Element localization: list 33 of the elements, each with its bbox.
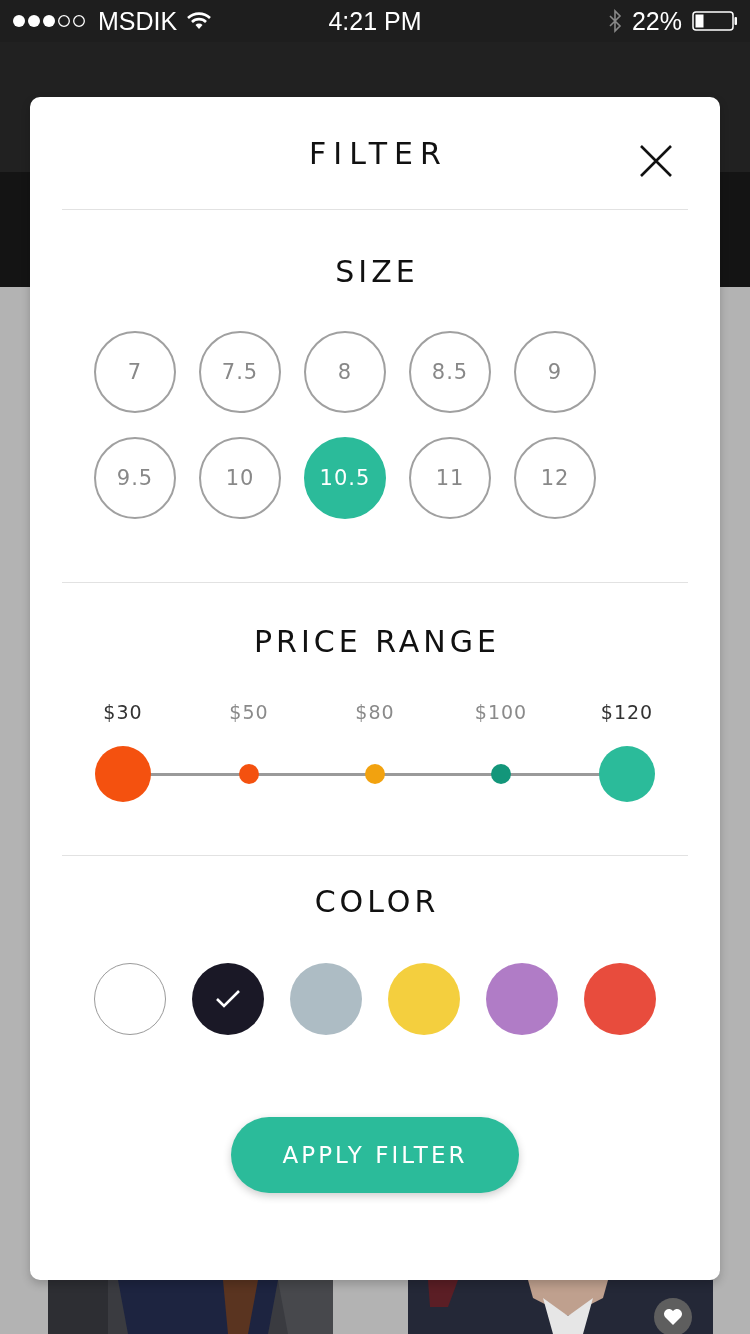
price-label: $120 (599, 701, 655, 723)
price-label: $30 (102, 701, 144, 723)
check-icon (215, 989, 241, 1009)
section-heading: COLOR (313, 884, 440, 919)
clock-time: 4:21 PM (328, 6, 422, 36)
size-option[interactable]: 10.5 (304, 437, 386, 519)
close-icon (640, 145, 672, 177)
price-label: $100 (473, 701, 529, 723)
size-option[interactable]: 7.5 (199, 331, 281, 413)
size-option[interactable]: 8.5 (409, 331, 491, 413)
heart-icon (663, 1308, 683, 1326)
size-option[interactable]: 12 (514, 437, 596, 519)
battery-icon (692, 11, 738, 31)
carrier-name: MSDIK (98, 6, 178, 36)
apply-filter-button[interactable]: APPLY FILTER (231, 1117, 519, 1193)
slider-handle[interactable] (95, 746, 151, 802)
close-button[interactable] (640, 145, 672, 177)
battery-percent: 22% (631, 6, 682, 36)
size-option[interactable]: 8 (304, 331, 386, 413)
section-heading: SIZE (334, 254, 419, 289)
bluetooth-icon (607, 9, 622, 33)
size-option[interactable]: 10 (199, 437, 281, 519)
slider-handle[interactable] (599, 746, 655, 802)
dialog-title: FILTER (308, 135, 448, 171)
signal-icon (12, 14, 88, 28)
size-option[interactable]: 11 (409, 437, 491, 519)
size-option[interactable]: 7 (94, 331, 176, 413)
size-option[interactable]: 9.5 (94, 437, 176, 519)
price-label: $50 (228, 701, 270, 723)
wifi-icon (187, 12, 212, 30)
section-heading: PRICE RANGE (253, 624, 500, 659)
price-label: $80 (354, 701, 396, 723)
size-option[interactable]: 9 (514, 331, 596, 413)
